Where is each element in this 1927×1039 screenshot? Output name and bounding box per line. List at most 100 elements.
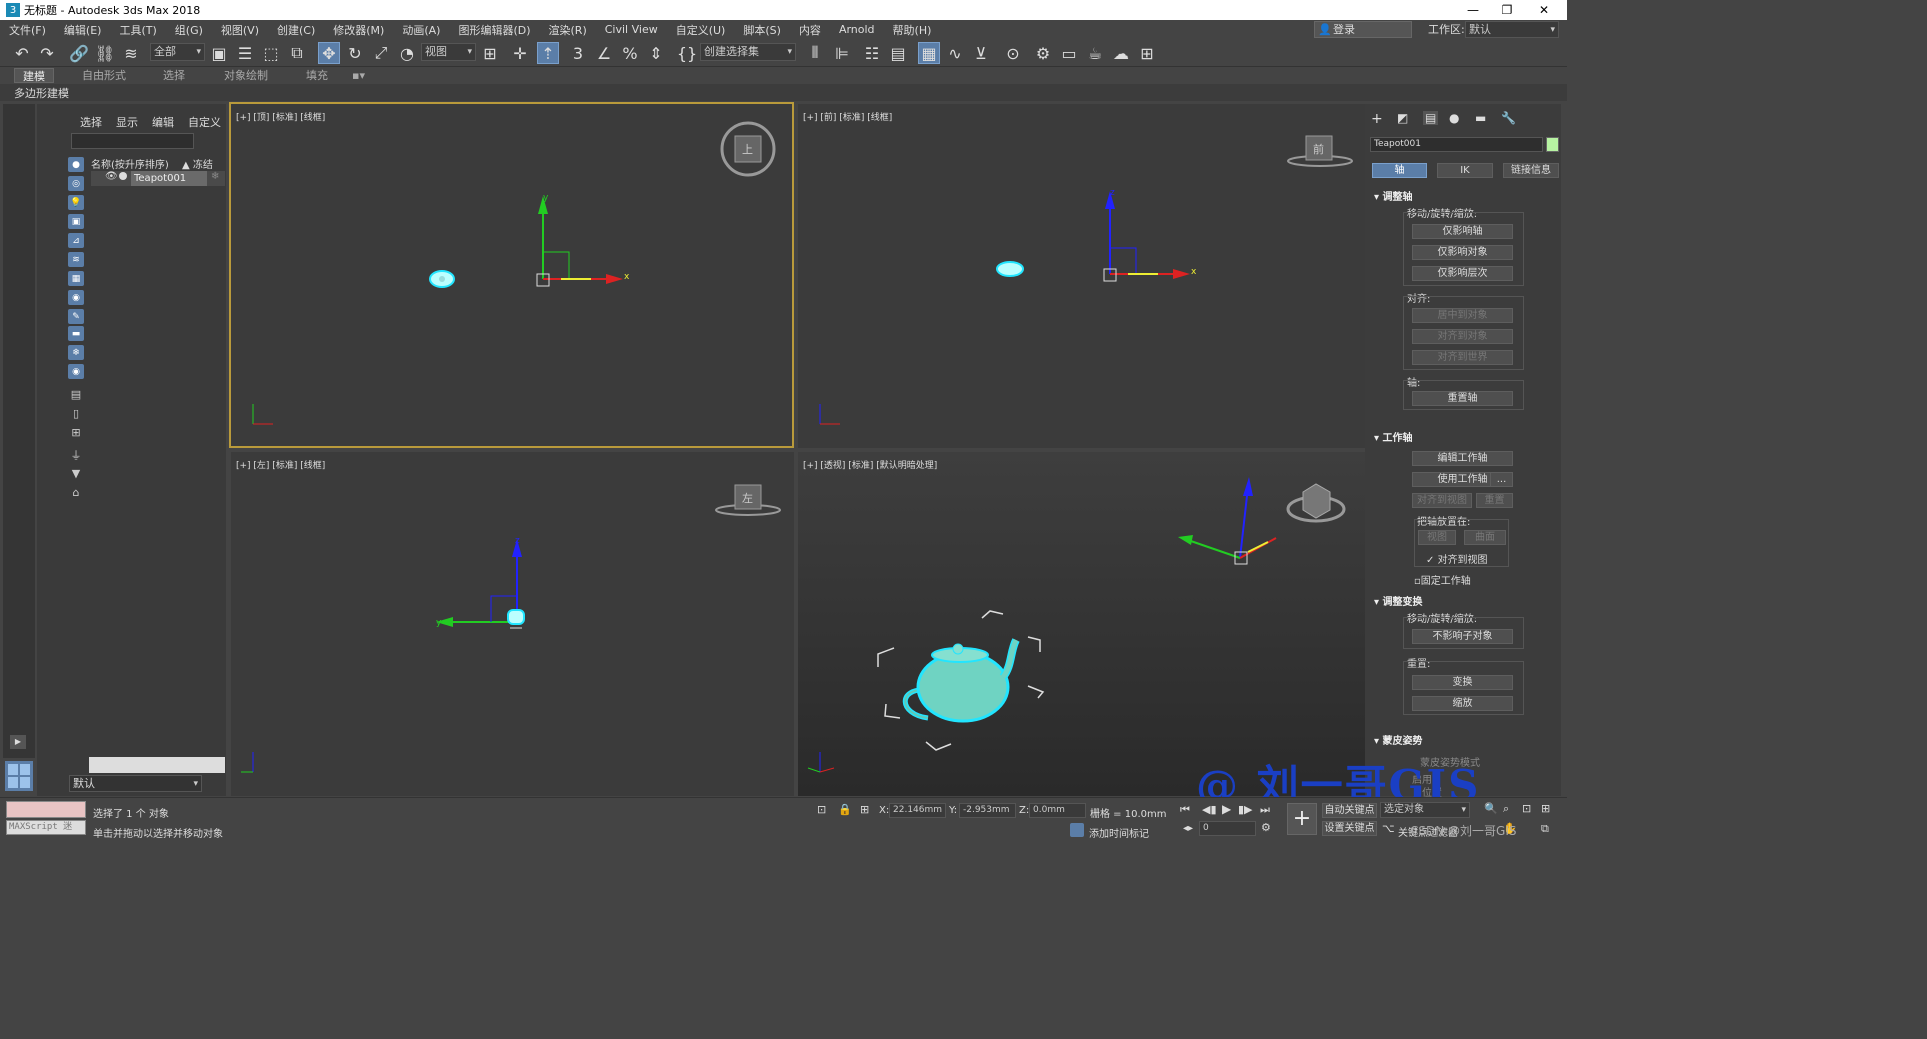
display-shapes-icon[interactable]: ◎ xyxy=(68,176,84,191)
freeze-icon[interactable]: ❄ xyxy=(211,171,219,182)
key-filter-icon[interactable]: ⌥ xyxy=(1382,822,1395,835)
key-mode-icon[interactable]: ◂▸ xyxy=(1183,823,1193,834)
teapot-top-icon[interactable] xyxy=(429,270,455,288)
display-lights-icon[interactable]: 💡 xyxy=(68,195,84,210)
redo-icon[interactable]: ↷ xyxy=(36,42,58,64)
ribbon-options-icon[interactable]: ▪▾ xyxy=(352,68,365,83)
select-scale-icon[interactable]: ⤢ xyxy=(370,42,392,64)
named-selection-dropdown[interactable]: 创建选择集 xyxy=(700,43,796,61)
ribbon-tab-populate[interactable]: 填充 xyxy=(306,68,328,83)
teapot-perspective[interactable] xyxy=(902,638,1020,723)
explorer-search-input[interactable] xyxy=(71,133,194,149)
reset-transform-button[interactable]: 变换 xyxy=(1412,675,1513,690)
render-production-icon[interactable]: ☕ xyxy=(1084,42,1106,64)
viewport-top[interactable]: [+] [顶] [标准] [线框] y x 上 xyxy=(231,104,792,446)
move-gizmo-front[interactable] xyxy=(1103,191,1190,282)
working-pivot-more-button[interactable]: ... xyxy=(1490,472,1513,487)
center-to-object-button[interactable]: 居中到对象 xyxy=(1412,308,1513,323)
zoom-all-icon[interactable]: ⌕ xyxy=(1503,802,1509,816)
absolute-mode-icon[interactable]: ⊞ xyxy=(860,803,869,816)
menu-view[interactable]: 视图(V) xyxy=(212,22,268,38)
menu-help[interactable]: 帮助(H) xyxy=(884,22,941,38)
align-to-object-button[interactable]: 对齐到对象 xyxy=(1412,329,1513,344)
display-groups-icon[interactable]: ▦ xyxy=(68,271,84,286)
layer-icon[interactable]: ⌂ xyxy=(68,485,84,500)
object-name-field[interactable]: Teapot001 xyxy=(1370,137,1543,152)
hierarchy-panel-icon[interactable]: ▤ xyxy=(1423,111,1439,125)
isolate-icon[interactable]: ⊡ xyxy=(817,803,826,816)
ref-coord-dropdown[interactable]: 视图 xyxy=(421,43,476,61)
link-icon[interactable]: 🔗 xyxy=(68,42,90,64)
ribbon-tab-modeling[interactable]: 建模 xyxy=(14,68,54,83)
viewcube-top-label[interactable]: 上 xyxy=(742,141,753,157)
rollout-adjust-pivot-title[interactable]: ▾ 调整轴 xyxy=(1374,188,1413,203)
explorer-tab-edit[interactable]: 编辑 xyxy=(152,114,174,130)
goto-start-icon[interactable]: ⏮ xyxy=(1180,803,1190,817)
filter-icon[interactable]: ⏚ xyxy=(68,447,84,462)
keyboard-shortcut-icon[interactable]: ⇡ xyxy=(537,42,559,64)
toggle-ribbon-icon[interactable]: ▤ xyxy=(887,42,909,64)
layer-explorer-icon[interactable]: ☷ xyxy=(861,42,883,64)
menu-graph-editors[interactable]: 图形编辑器(D) xyxy=(449,22,539,38)
display-containers-icon[interactable]: ▬ xyxy=(68,326,84,341)
zoom-extents-all-icon[interactable]: ⊞ xyxy=(1541,802,1550,815)
display-hidden-icon[interactable]: ◉ xyxy=(68,364,84,379)
ribbon-tab-object-paint[interactable]: 对象绘制 xyxy=(224,68,268,83)
material-editor-icon[interactable]: ⊙ xyxy=(1002,42,1024,64)
display-spacewarps-icon[interactable]: ≋ xyxy=(68,252,84,267)
undo-icon[interactable]: ↶ xyxy=(11,42,33,64)
close-button[interactable]: ✕ xyxy=(1522,0,1566,20)
display-cameras-icon[interactable]: ▣ xyxy=(68,214,84,229)
viewcube-left-label[interactable]: 左 xyxy=(742,490,753,506)
align-to-world-button[interactable]: 对齐到世界 xyxy=(1412,350,1513,365)
display-bones-icon[interactable]: ✎ xyxy=(68,309,84,324)
select-rotate-icon[interactable]: ↻ xyxy=(344,42,366,64)
modify-panel-icon[interactable]: ◩ xyxy=(1397,111,1408,125)
display-invert-icon[interactable]: ⊞ xyxy=(68,425,84,440)
rollout-working-pivot-title[interactable]: ▾ 工作轴 xyxy=(1374,429,1413,444)
explorer-tab-customize[interactable]: 自定义 xyxy=(188,114,221,130)
column-frozen-header[interactable]: ▲ 冻结 xyxy=(182,156,213,171)
ribbon-tab-freeform[interactable]: 自由形式 xyxy=(82,68,126,83)
display-none-icon[interactable]: ▯ xyxy=(68,406,84,421)
move-gizmo-top[interactable] xyxy=(536,196,623,287)
next-frame-icon[interactable]: ▮▶ xyxy=(1238,803,1253,816)
play-icon[interactable]: ▶ xyxy=(1222,802,1231,816)
rollout-adjust-transform-title[interactable]: ▾ 调整变换 xyxy=(1374,593,1423,608)
edit-working-pivot-button[interactable]: 编辑工作轴 xyxy=(1412,451,1513,466)
menu-tools[interactable]: 工具(T) xyxy=(110,22,165,38)
create-panel-icon[interactable]: + xyxy=(1371,111,1383,127)
time-tag-icon[interactable] xyxy=(1070,823,1084,837)
scene-explorer-icon[interactable]: ▦ xyxy=(918,42,940,64)
move-gizmo-perspective[interactable] xyxy=(1178,477,1277,565)
display-xrefs-icon[interactable]: ◉ xyxy=(68,290,84,305)
display-all-icon[interactable]: ▤ xyxy=(68,387,84,402)
mirror-icon[interactable]: ⫴ xyxy=(804,42,826,64)
select-place-icon[interactable]: ◔ xyxy=(396,42,418,64)
percent-snap-icon[interactable]: % xyxy=(619,42,641,64)
tab-ik[interactable]: IK xyxy=(1437,163,1493,178)
select-object-icon[interactable]: ▣ xyxy=(208,42,230,64)
menu-civil-view[interactable]: Civil View xyxy=(596,23,667,36)
window-crossing-icon[interactable]: ⧉ xyxy=(286,42,308,64)
menu-arnold[interactable]: Arnold xyxy=(830,23,884,36)
x-coord-field[interactable]: 22.146mm xyxy=(889,803,946,818)
motion-panel-icon[interactable]: ● xyxy=(1449,111,1459,125)
viewcube-perspective[interactable] xyxy=(1286,483,1346,523)
funnel-icon[interactable]: ▼ xyxy=(68,466,84,481)
zoom-icon[interactable]: 🔍 xyxy=(1484,802,1498,815)
rect-selection-icon[interactable]: ⬚ xyxy=(260,42,282,64)
login-dropdown[interactable]: 👤 登录 xyxy=(1314,21,1412,38)
polygon-modeling-label[interactable]: 多边形建模 xyxy=(14,85,69,101)
explorer-tab-select[interactable]: 选择 xyxy=(80,114,102,130)
viewport-layout-icon[interactable] xyxy=(5,761,33,791)
lock-icon[interactable]: 🔒 xyxy=(838,803,852,816)
fix-working-pivot-checkbox[interactable]: ▫固定工作轴 xyxy=(1414,572,1471,587)
menu-modifiers[interactable]: 修改器(M) xyxy=(324,22,393,38)
maxscript-listener[interactable] xyxy=(6,801,86,818)
reset-working-pivot-button[interactable]: 重置 xyxy=(1476,493,1513,508)
tab-pivot[interactable]: 轴 xyxy=(1372,163,1427,178)
select-move-icon[interactable]: ✥ xyxy=(318,42,340,64)
maximize-viewport-icon[interactable]: ⧉ xyxy=(1541,822,1549,836)
snaps-toggle-icon[interactable]: 3 xyxy=(567,42,589,64)
